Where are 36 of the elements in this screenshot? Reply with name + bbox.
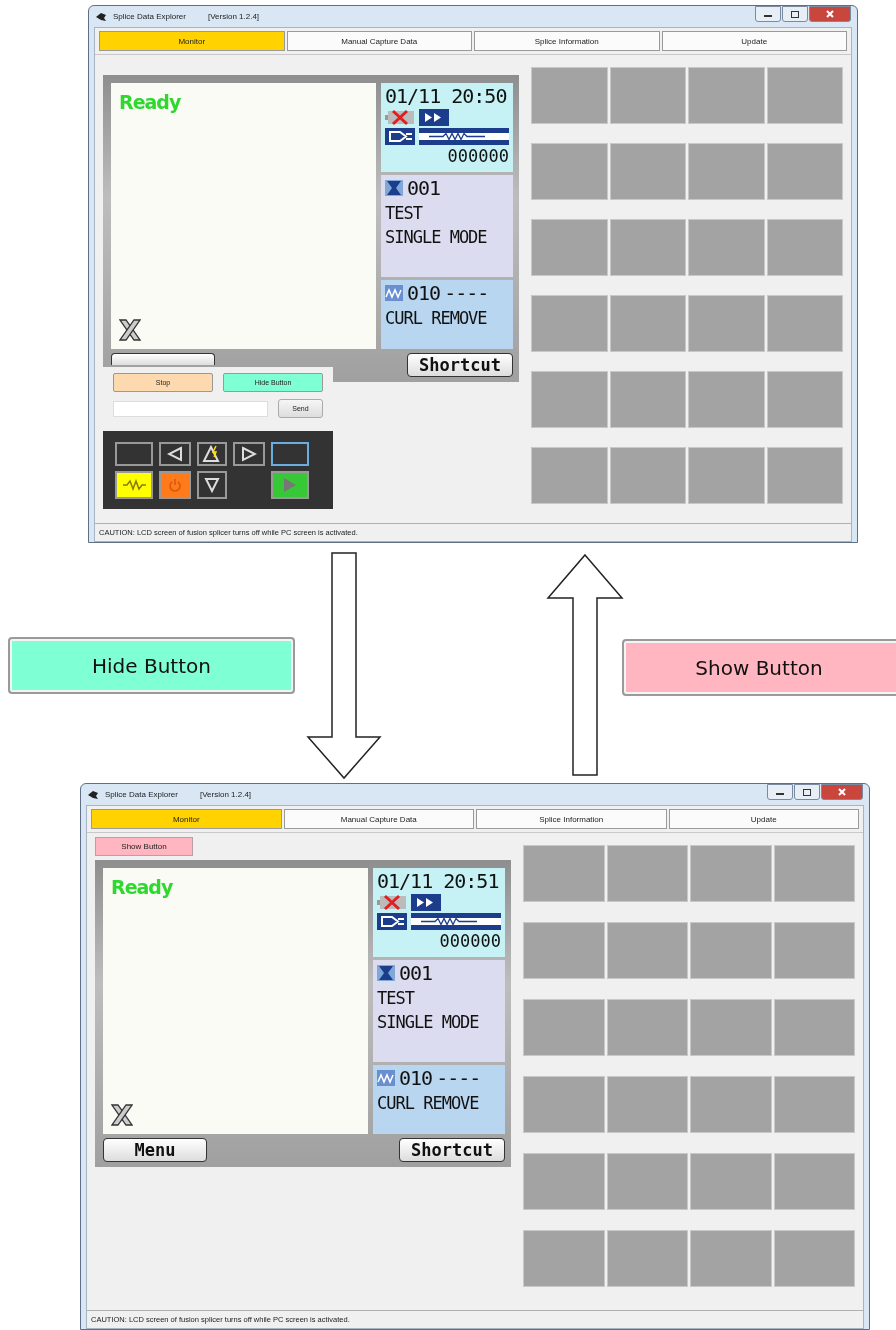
tab[interactable]: Update: [661, 31, 847, 51]
tab[interactable]: Manual Capture Data: [283, 809, 474, 829]
status-text: Ready: [119, 91, 182, 113]
heat-program-name: CURL REMOVE: [377, 1093, 480, 1113]
heat-value: ----: [444, 282, 489, 304]
date-time: 01/11 20:50: [385, 85, 508, 107]
tab[interactable]: Splice Information: [474, 31, 660, 51]
window-title: Splice Data Explorer: [113, 12, 186, 21]
show-button[interactable]: Show Button: [622, 639, 896, 696]
status-text: Ready: [111, 876, 174, 898]
heat-program-name: CURL REMOVE: [385, 308, 488, 328]
hide-button[interactable]: Hide Button: [8, 637, 295, 694]
heat-program-number: 010: [407, 282, 441, 304]
heat-program-number: 010: [399, 1067, 433, 1089]
splice-program-number: 001: [407, 177, 441, 199]
counter: 000000: [438, 932, 501, 951]
splice-program-number: 001: [399, 962, 433, 984]
show-button[interactable]: Show Button: [95, 837, 193, 856]
version-label: [Version 1.2.4]: [207, 12, 260, 21]
heat-value: ----: [436, 1067, 481, 1089]
tab[interactable]: Manual Capture Data: [286, 31, 472, 51]
shortcut-button[interactable]: Shortcut: [407, 353, 513, 377]
fiber-mode: SINGLE MODE: [385, 227, 488, 247]
version-label: [Version 1.2.4]: [199, 790, 252, 799]
window-title: Splice Data Explorer: [105, 790, 178, 799]
program-name: TEST: [385, 203, 424, 223]
program-name: TEST: [377, 988, 416, 1008]
fiber-mode: SINGLE MODE: [377, 1012, 480, 1032]
date-time: 01/11 20:51: [377, 870, 500, 892]
shortcut-button[interactable]: Shortcut: [399, 1138, 505, 1162]
tab[interactable]: Monitor: [99, 31, 285, 51]
menu-button[interactable]: Menu: [103, 1138, 207, 1162]
tab[interactable]: Splice Information: [476, 809, 667, 829]
counter: 000000: [446, 147, 509, 166]
tab[interactable]: Monitor: [91, 809, 282, 829]
tab[interactable]: Update: [668, 809, 859, 829]
